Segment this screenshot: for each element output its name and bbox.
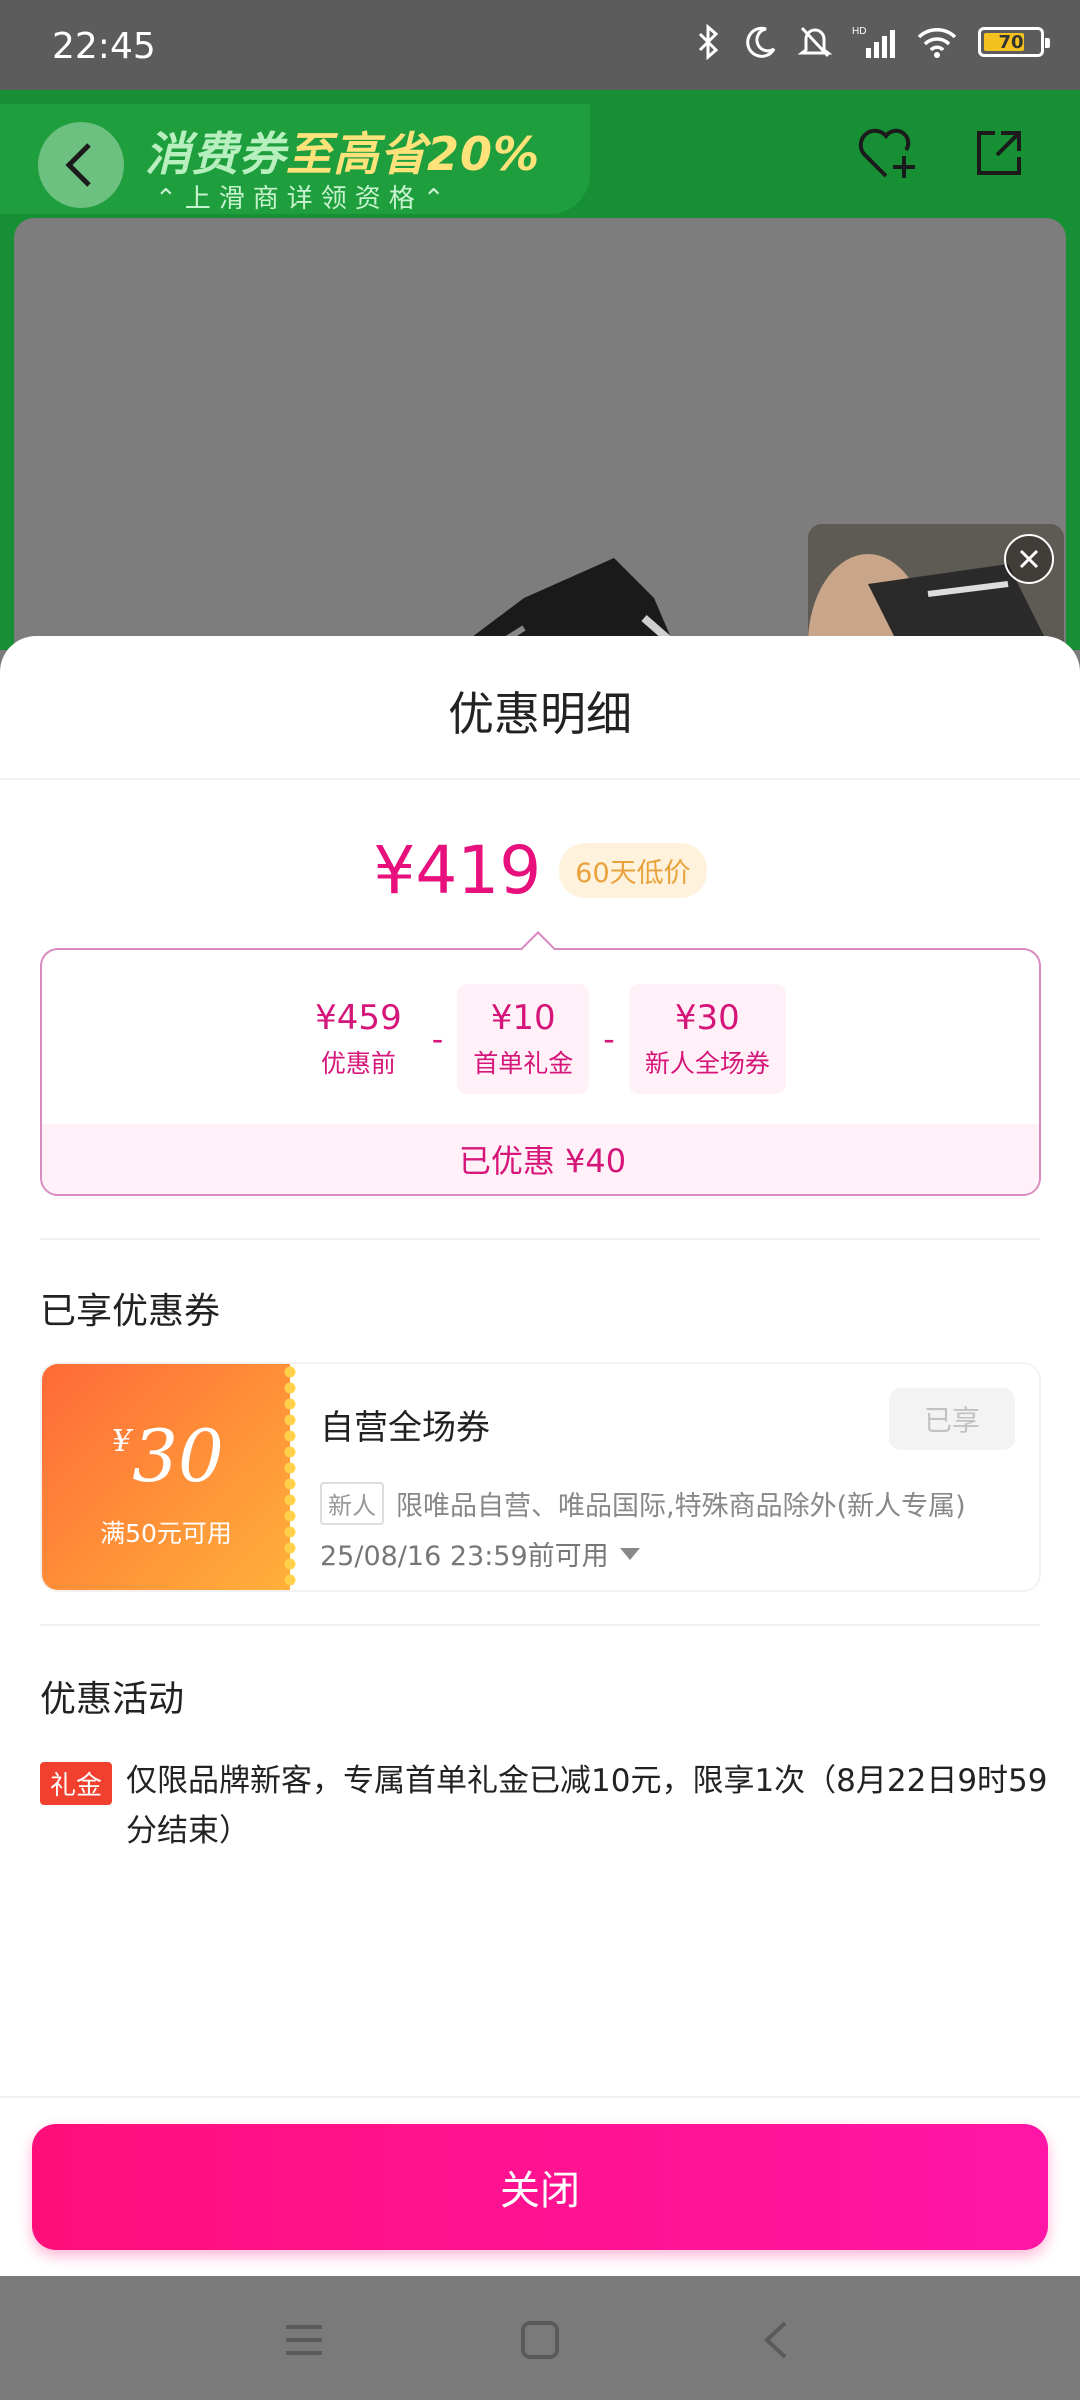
breakdown-new-user-coupon: ¥30 新人全场券 [628,984,786,1094]
moon-icon [746,26,776,58]
divider [40,1238,1040,1240]
coupons-section-title: 已享优惠券 [40,1291,221,1332]
breakdown-label: 新人全场券 [644,1049,770,1078]
activity-section-title: 优惠活动 [40,1679,185,1720]
minus-sign: - [603,1020,615,1058]
total-saved: 已优惠 ¥40 [42,1124,1039,1194]
low-price-badge: 60天低价 [559,843,707,898]
product-header: 消费券至高省20% ⌃上滑商详领资格⌃ [0,90,1080,740]
nav-menu-button[interactable] [276,2312,332,2368]
menu-icon [286,2325,322,2355]
back-button[interactable] [38,122,124,208]
promo-title: 消费券至高省20% [145,118,540,184]
battery-level: 70 [998,31,1024,53]
coupon-expiry: 25/08/16 23:59前可用 [320,1541,609,1572]
bluetooth-icon [698,24,719,60]
coupon-description: 限唯品自营、唯品国际,特殊商品除外(新人专属) [396,1491,966,1522]
promo-title-b: 至高省20% [286,127,541,181]
breakdown-label: 首单礼金 [473,1049,574,1078]
promo-banner[interactable]: 消费券至高省20% ⌃上滑商详领资格⌃ [0,104,590,214]
nav-home-button[interactable] [512,2312,568,2368]
favorite-button[interactable] [852,118,922,188]
caret-down-icon [619,1547,640,1560]
breakdown-amount: ¥459 [315,998,402,1038]
promo-subtitle: ⌃上滑商详领资格⌃ [155,184,453,214]
coupon-perforation [282,1364,298,1590]
mini-video-close-button[interactable] [1004,534,1054,584]
battery-icon: 70 [978,27,1050,57]
bell-mute-icon [798,26,832,58]
back-icon [65,143,91,187]
final-price: ¥419 [373,832,542,909]
price-breakdown: ¥459 优惠前 - ¥10 首单礼金 - ¥30 新人全场券 已优惠 ¥40 [40,948,1041,1196]
gift-tag: 礼金 [40,1762,113,1805]
home-icon [521,2321,559,2359]
divider [0,778,1080,780]
nav-back-button[interactable] [748,2312,804,2368]
close-button[interactable]: 关闭 [32,2124,1048,2250]
signal-icon: HD [852,26,895,58]
status-bar: 22:45 HD 70 [0,0,1080,90]
coupon-condition: 满50元可用 [100,1519,232,1548]
sheet-title: 优惠明细 [448,687,632,741]
status-time: 22:45 [52,26,156,67]
system-nav-bar [0,2276,1080,2400]
favorite-add-icon [858,128,915,178]
coupon-expiry-toggle[interactable]: 25/08/16 23:59前可用 [320,1534,641,1573]
breakdown-original: ¥459 优惠前 [299,984,418,1094]
divider [40,1624,1040,1626]
breakdown-items: ¥459 优惠前 - ¥10 首单礼金 - ¥30 新人全场券 [42,984,1039,1094]
wifi-icon [917,28,957,58]
coupon-value-block: ¥ 30 满50元可用 [42,1364,290,1590]
activity-text: 仅限品牌新客，专属首单礼金已减10元，限享1次（8月22日9时59分结束） [126,1763,1048,1849]
new-user-tag: 新人 [320,1482,384,1525]
breakdown-amount: ¥30 [674,998,740,1038]
svg-text:HD: HD [852,26,866,37]
coupon-card[interactable]: ¥ 30 满50元可用 自营全场券 已享 新人 限唯品自营、唯品国际,特殊商品除… [40,1362,1041,1592]
breakdown-amount: ¥10 [490,998,556,1038]
back-icon [764,2321,787,2359]
coupon-value: 30 [132,1414,224,1498]
coupon-status-button[interactable]: 已享 [889,1388,1015,1450]
minus-sign: - [431,1020,444,1058]
breakdown-label: 优惠前 [320,1049,396,1078]
promo-title-a: 消费券 [145,127,286,181]
share-icon [977,131,1021,175]
share-button[interactable] [964,118,1034,188]
coupon-description-row: 新人 限唯品自营、唯品国际,特殊商品除外(新人专属) [320,1482,966,1525]
close-icon [1019,549,1039,569]
breakdown-first-order-gift: ¥10 首单礼金 [457,984,590,1094]
price-row: ¥419 60天低价 [0,832,1080,909]
discount-detail-sheet: 优惠明细 ¥419 60天低价 ¥459 优惠前 - ¥10 首单礼金 - ¥3… [0,636,1080,2276]
divider [0,2096,1080,2098]
coupon-name: 自营全场券 [320,1408,490,1448]
status-icons: HD 70 [694,24,1050,60]
